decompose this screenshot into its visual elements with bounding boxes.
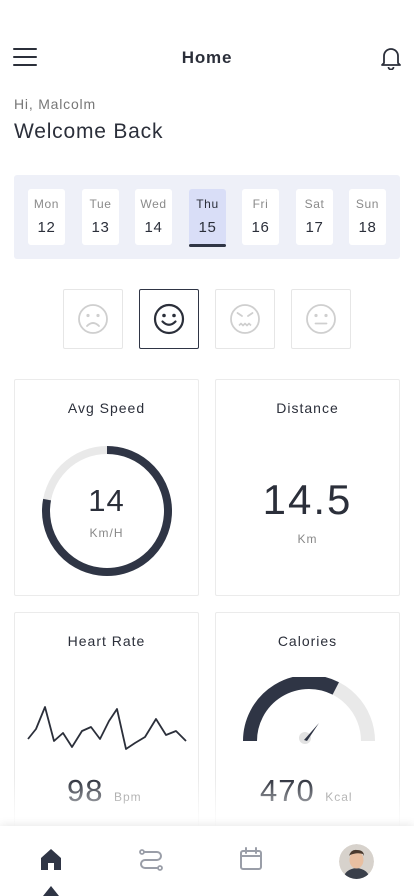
- card-title: Calories: [277, 633, 338, 649]
- tab-home[interactable]: [36, 844, 66, 874]
- heart-rate-value: 98: [67, 773, 104, 808]
- day-name: Sun: [355, 197, 380, 211]
- card-title: Avg Speed: [67, 400, 146, 416]
- day-name: Mon: [33, 197, 60, 211]
- day-name: Tue: [89, 197, 112, 211]
- sad-face-icon: [78, 304, 108, 334]
- day-name: Thu: [196, 197, 219, 211]
- calories-readout: 470 Kcal: [260, 773, 353, 809]
- avg-speed-value: 14: [88, 483, 125, 518]
- greeting-text: Hi, Malcolm: [14, 96, 96, 112]
- heart-rate-readout: 98 Bpm: [67, 773, 142, 809]
- distance-card[interactable]: Distance 14.5 Km: [215, 379, 400, 596]
- day-thu[interactable]: Thu 15: [189, 189, 226, 247]
- top-bar: Home: [0, 40, 414, 76]
- avg-speed-card[interactable]: Avg Speed 14 Km/H: [14, 379, 199, 596]
- day-mon[interactable]: Mon 12: [28, 189, 65, 245]
- day-wed[interactable]: Wed 14: [135, 189, 172, 245]
- welcome-heading: Welcome Back: [14, 120, 164, 143]
- distance-value: 14.5: [262, 476, 353, 523]
- day-date: 14: [144, 219, 163, 236]
- tab-routes[interactable]: [136, 844, 166, 874]
- heart-rate-line-icon: [27, 706, 187, 750]
- day-tue[interactable]: Tue 13: [82, 189, 119, 245]
- active-tab-indicator: [43, 886, 59, 896]
- neutral-face-icon: [306, 304, 336, 334]
- tab-calendar[interactable]: [236, 844, 266, 874]
- route-icon: [139, 849, 163, 871]
- avg-speed-unit: Km/H: [89, 526, 124, 540]
- day-name: Wed: [140, 197, 167, 211]
- mood-happy-button[interactable]: [139, 289, 199, 349]
- distance-unit: Km: [297, 532, 318, 546]
- bell-icon[interactable]: [380, 46, 402, 71]
- page-title: Home: [181, 48, 233, 67]
- calendar-icon: [240, 847, 262, 870]
- mood-angry-button[interactable]: [215, 289, 275, 349]
- home-icon: [41, 849, 61, 870]
- heart-rate-unit: Bpm: [113, 790, 142, 804]
- day-date: 13: [91, 219, 110, 236]
- calories-value: 470: [260, 773, 315, 808]
- card-title: Distance: [276, 400, 339, 416]
- day-name: Fri: [252, 197, 269, 211]
- heart-rate-card[interactable]: Heart Rate 98 Bpm: [14, 612, 199, 842]
- day-fri[interactable]: Fri 16: [242, 189, 279, 245]
- day-date: 16: [251, 219, 270, 236]
- smile-face-icon: [153, 303, 185, 335]
- angry-face-icon: [230, 304, 260, 334]
- week-day-selector: Mon 12 Tue 13 Wed 14 Thu 15 Fri 16 Sat 1…: [14, 175, 400, 259]
- profile-avatar[interactable]: [339, 844, 374, 879]
- day-date: 17: [305, 219, 324, 236]
- day-sat[interactable]: Sat 17: [296, 189, 333, 245]
- calories-gauge-progress: [243, 677, 339, 742]
- calories-unit: Kcal: [325, 790, 353, 804]
- day-date: 12: [37, 219, 56, 236]
- bottom-tab-bar: [0, 826, 414, 896]
- card-title: Heart Rate: [67, 633, 146, 649]
- mood-neutral-button[interactable]: [291, 289, 351, 349]
- mood-sad-button[interactable]: [63, 289, 123, 349]
- day-date: 15: [198, 219, 217, 236]
- calories-card[interactable]: Calories 470 Kcal: [215, 612, 400, 842]
- day-date: 18: [358, 219, 377, 236]
- day-sun[interactable]: Sun 18: [349, 189, 386, 245]
- calories-gauge: [243, 677, 375, 744]
- gauge-needle-icon: [304, 723, 319, 741]
- day-name: Sat: [304, 197, 325, 211]
